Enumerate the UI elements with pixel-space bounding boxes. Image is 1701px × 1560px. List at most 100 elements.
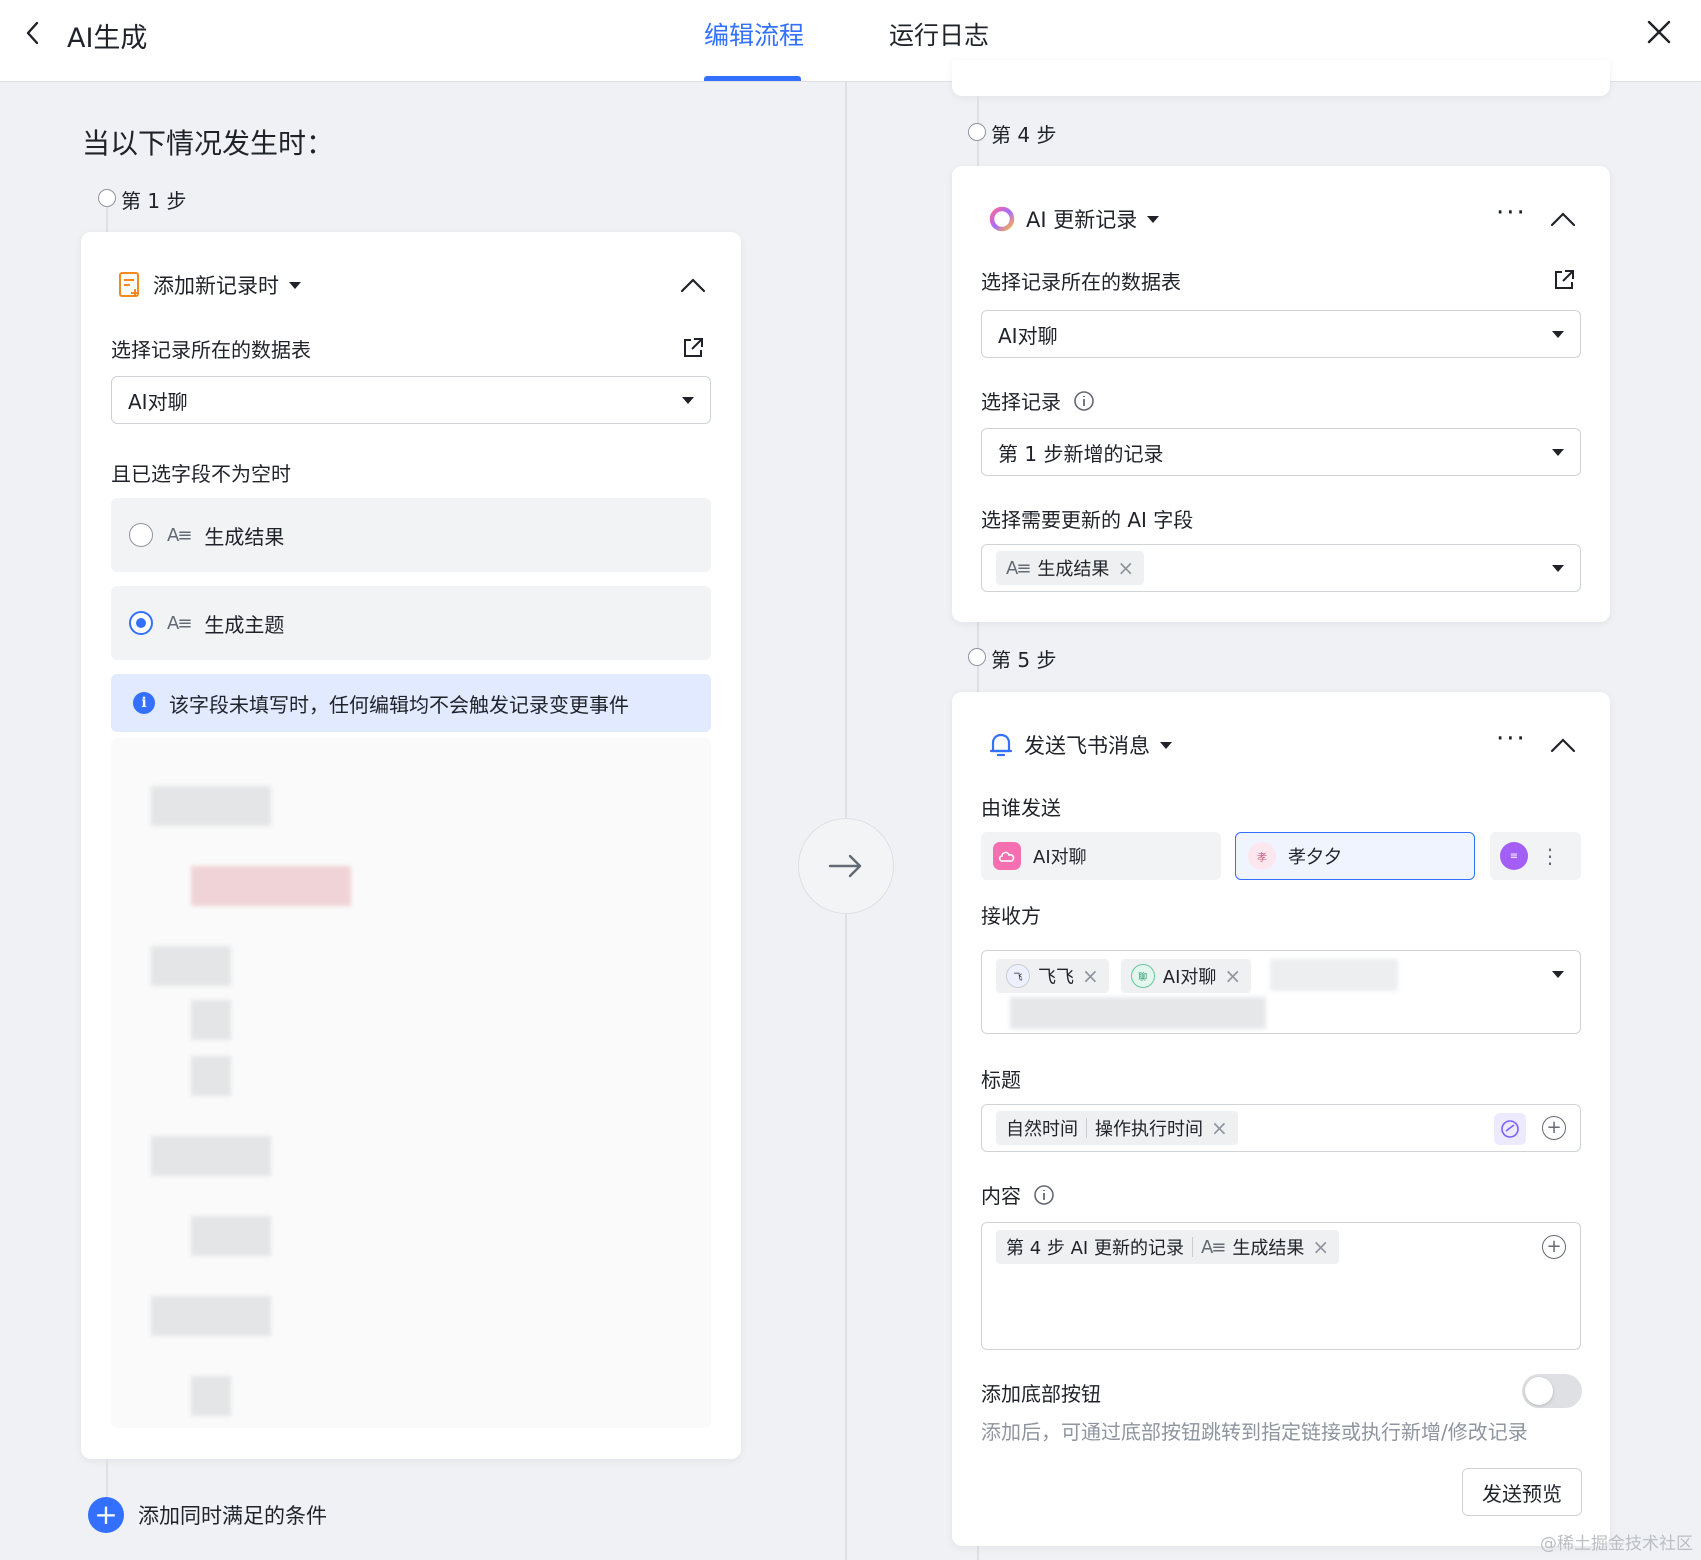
- text-field-icon: A≡: [1006, 557, 1031, 579]
- collapse-chevron-icon[interactable]: [680, 277, 706, 293]
- dropdown-caret-icon: [682, 397, 694, 404]
- remove-tag-icon[interactable]: ×: [1312, 1235, 1329, 1259]
- update-title-text: AI 更新记录: [1026, 208, 1138, 232]
- step-1-label: 第 1 步: [121, 189, 187, 213]
- radio-button[interactable]: [129, 611, 153, 635]
- table-select[interactable]: AI对聊: [981, 310, 1581, 358]
- bottom-button-hint: 添加后，可通过底部按钮跳转到指定链接或执行新增/修改记录: [981, 1420, 1528, 1444]
- dropdown-caret-icon: [1552, 565, 1564, 572]
- info-outline-icon[interactable]: [1073, 390, 1095, 412]
- remove-tag-icon[interactable]: ×: [1211, 1116, 1228, 1140]
- bottom-button-toggle[interactable]: [1522, 1374, 1582, 1408]
- collapse-chevron-icon[interactable]: [1550, 737, 1576, 753]
- receiver-select[interactable]: 飞 飞飞 × 聊 AI对聊 ×: [981, 950, 1581, 1034]
- previous-step-card: [952, 60, 1610, 96]
- remove-tag-icon[interactable]: ×: [1117, 556, 1134, 580]
- sender-app-option[interactable]: AI对聊: [981, 832, 1221, 880]
- field-option-label: 生成主题: [204, 612, 285, 637]
- caret-down-icon[interactable]: [289, 281, 301, 289]
- record-select-value: 第 1 步新增的记录: [998, 441, 1164, 466]
- vertical-more-icon[interactable]: ⋮: [1540, 844, 1560, 868]
- active-tab-indicator: [704, 76, 801, 81]
- collapse-chevron-icon[interactable]: [1550, 211, 1576, 227]
- receiver-name: 飞飞: [1038, 967, 1074, 988]
- ai-assist-icon[interactable]: [1494, 1113, 1526, 1145]
- send-message-card: 发送飞书消息 ··· 由谁发送 AI对聊 孝 孝夕夕 ≡ ⋮ 接收方 飞 飞飞 …: [952, 692, 1610, 1546]
- table-select[interactable]: AI对聊: [111, 376, 711, 424]
- sender-label: 由谁发送: [981, 796, 1061, 820]
- receiver-label: 接收方: [981, 904, 1041, 928]
- table-label: 选择记录所在的数据表: [981, 270, 1181, 294]
- title-variable-tag: 自然时间 操作执行时间 ×: [996, 1111, 1238, 1145]
- field-tag: A≡ 生成结果 ×: [996, 551, 1145, 585]
- message-title[interactable]: 发送飞书消息: [988, 730, 1172, 760]
- ai-field-select[interactable]: A≡ 生成结果 ×: [981, 544, 1581, 592]
- table-label: 选择记录所在的数据表: [111, 338, 311, 362]
- field-option[interactable]: A≡ 生成结果: [111, 498, 711, 572]
- add-variable-icon[interactable]: +: [1542, 1235, 1566, 1259]
- ai-field-label: 选择需要更新的 AI 字段: [981, 508, 1194, 532]
- text-field-icon: A≡: [167, 612, 192, 634]
- title-label: 标题: [981, 1068, 1021, 1092]
- title-tag-part: 自然时间: [1006, 1119, 1078, 1140]
- info-text: 该字段未填写时，任何编辑均不会触发记录变更事件: [169, 692, 629, 717]
- plus-icon: +: [88, 1497, 124, 1533]
- sender-app-label: AI对聊: [1033, 847, 1087, 868]
- remove-tag-icon[interactable]: ×: [1224, 964, 1241, 988]
- add-condition-button[interactable]: + 添加同时满足的条件: [88, 1497, 327, 1533]
- record-label-text: 选择记录: [981, 390, 1061, 414]
- bell-icon: [989, 733, 1013, 757]
- record-select[interactable]: 第 1 步新增的记录: [981, 428, 1581, 476]
- add-variable-icon[interactable]: +: [1542, 1116, 1566, 1140]
- more-icon[interactable]: ···: [1496, 724, 1527, 754]
- timeline-line: [106, 1459, 108, 1499]
- user-avatar: 飞: [1006, 964, 1030, 988]
- blurred-options: [111, 738, 711, 1428]
- send-preview-button[interactable]: 发送预览: [1462, 1468, 1582, 1516]
- bottom-button-label: 添加底部按钮: [981, 1382, 1101, 1406]
- radio-button[interactable]: [129, 523, 153, 547]
- trigger-heading: 当以下情况发生时：: [82, 127, 335, 160]
- content-variable-tag: 第 4 步 AI 更新的记录 A≡ 生成结果 ×: [996, 1230, 1340, 1264]
- add-condition-label: 添加同时满足的条件: [138, 1504, 327, 1528]
- field-tag-label: 生成结果: [1037, 559, 1110, 580]
- step-dot: [968, 648, 986, 666]
- dropdown-caret-icon: [1552, 331, 1564, 338]
- tab-run-log[interactable]: 运行日志: [889, 16, 989, 52]
- back-arrow-icon[interactable]: [20, 18, 46, 48]
- message-title-text: 发送飞书消息: [1024, 734, 1150, 758]
- arrow-right-icon: [828, 854, 862, 878]
- content-label: 内容: [981, 1180, 1055, 1209]
- sender-user-option[interactable]: 孝 孝夕夕: [1235, 832, 1475, 880]
- bot-avatar-icon: ≡: [1500, 842, 1528, 870]
- update-title[interactable]: AI 更新记录: [988, 204, 1160, 234]
- caret-down-icon[interactable]: [1160, 741, 1172, 749]
- page-title: AI生成: [67, 23, 148, 54]
- title-input[interactable]: 自然时间 操作执行时间 × +: [981, 1104, 1581, 1152]
- external-link-icon[interactable]: [681, 336, 705, 360]
- sender-more-option[interactable]: ≡ ⋮: [1490, 832, 1581, 880]
- blurred-receiver: [1270, 959, 1398, 991]
- dropdown-caret-icon: [1552, 449, 1564, 456]
- step-4-label: 第 4 步: [991, 123, 1057, 147]
- text-field-icon: A≡: [167, 524, 192, 546]
- field-option[interactable]: A≡ 生成主题: [111, 586, 711, 660]
- text-field-icon: A≡: [1200, 1236, 1226, 1258]
- sender-user-label: 孝夕夕: [1288, 847, 1342, 868]
- close-icon[interactable]: [1643, 16, 1675, 48]
- info-icon: i: [133, 692, 155, 714]
- content-input[interactable]: 第 4 步 AI 更新的记录 A≡ 生成结果 × +: [981, 1222, 1581, 1350]
- caret-down-icon[interactable]: [1147, 215, 1160, 223]
- more-icon[interactable]: ···: [1496, 198, 1527, 228]
- update-record-card: AI 更新记录 ··· 选择记录所在的数据表 AI对聊 选择记录 第 1 步新增…: [952, 166, 1610, 622]
- content-tag-part: 生成结果: [1232, 1238, 1305, 1259]
- external-link-icon[interactable]: [1552, 268, 1576, 292]
- info-banner: i 该字段未填写时，任何编辑均不会触发记录变更事件: [111, 674, 711, 732]
- trigger-card: 添加新记录时 选择记录所在的数据表 AI对聊 且已选字段不为空时 A≡ 生成结果…: [81, 232, 741, 1459]
- trigger-title[interactable]: 添加新记录时: [117, 270, 301, 300]
- record-add-icon: [119, 272, 139, 297]
- title-tag-part: 操作执行时间: [1095, 1119, 1203, 1140]
- remove-tag-icon[interactable]: ×: [1082, 964, 1099, 988]
- tab-edit-flow[interactable]: 编辑流程: [704, 16, 804, 52]
- info-outline-icon[interactable]: [1033, 1184, 1055, 1206]
